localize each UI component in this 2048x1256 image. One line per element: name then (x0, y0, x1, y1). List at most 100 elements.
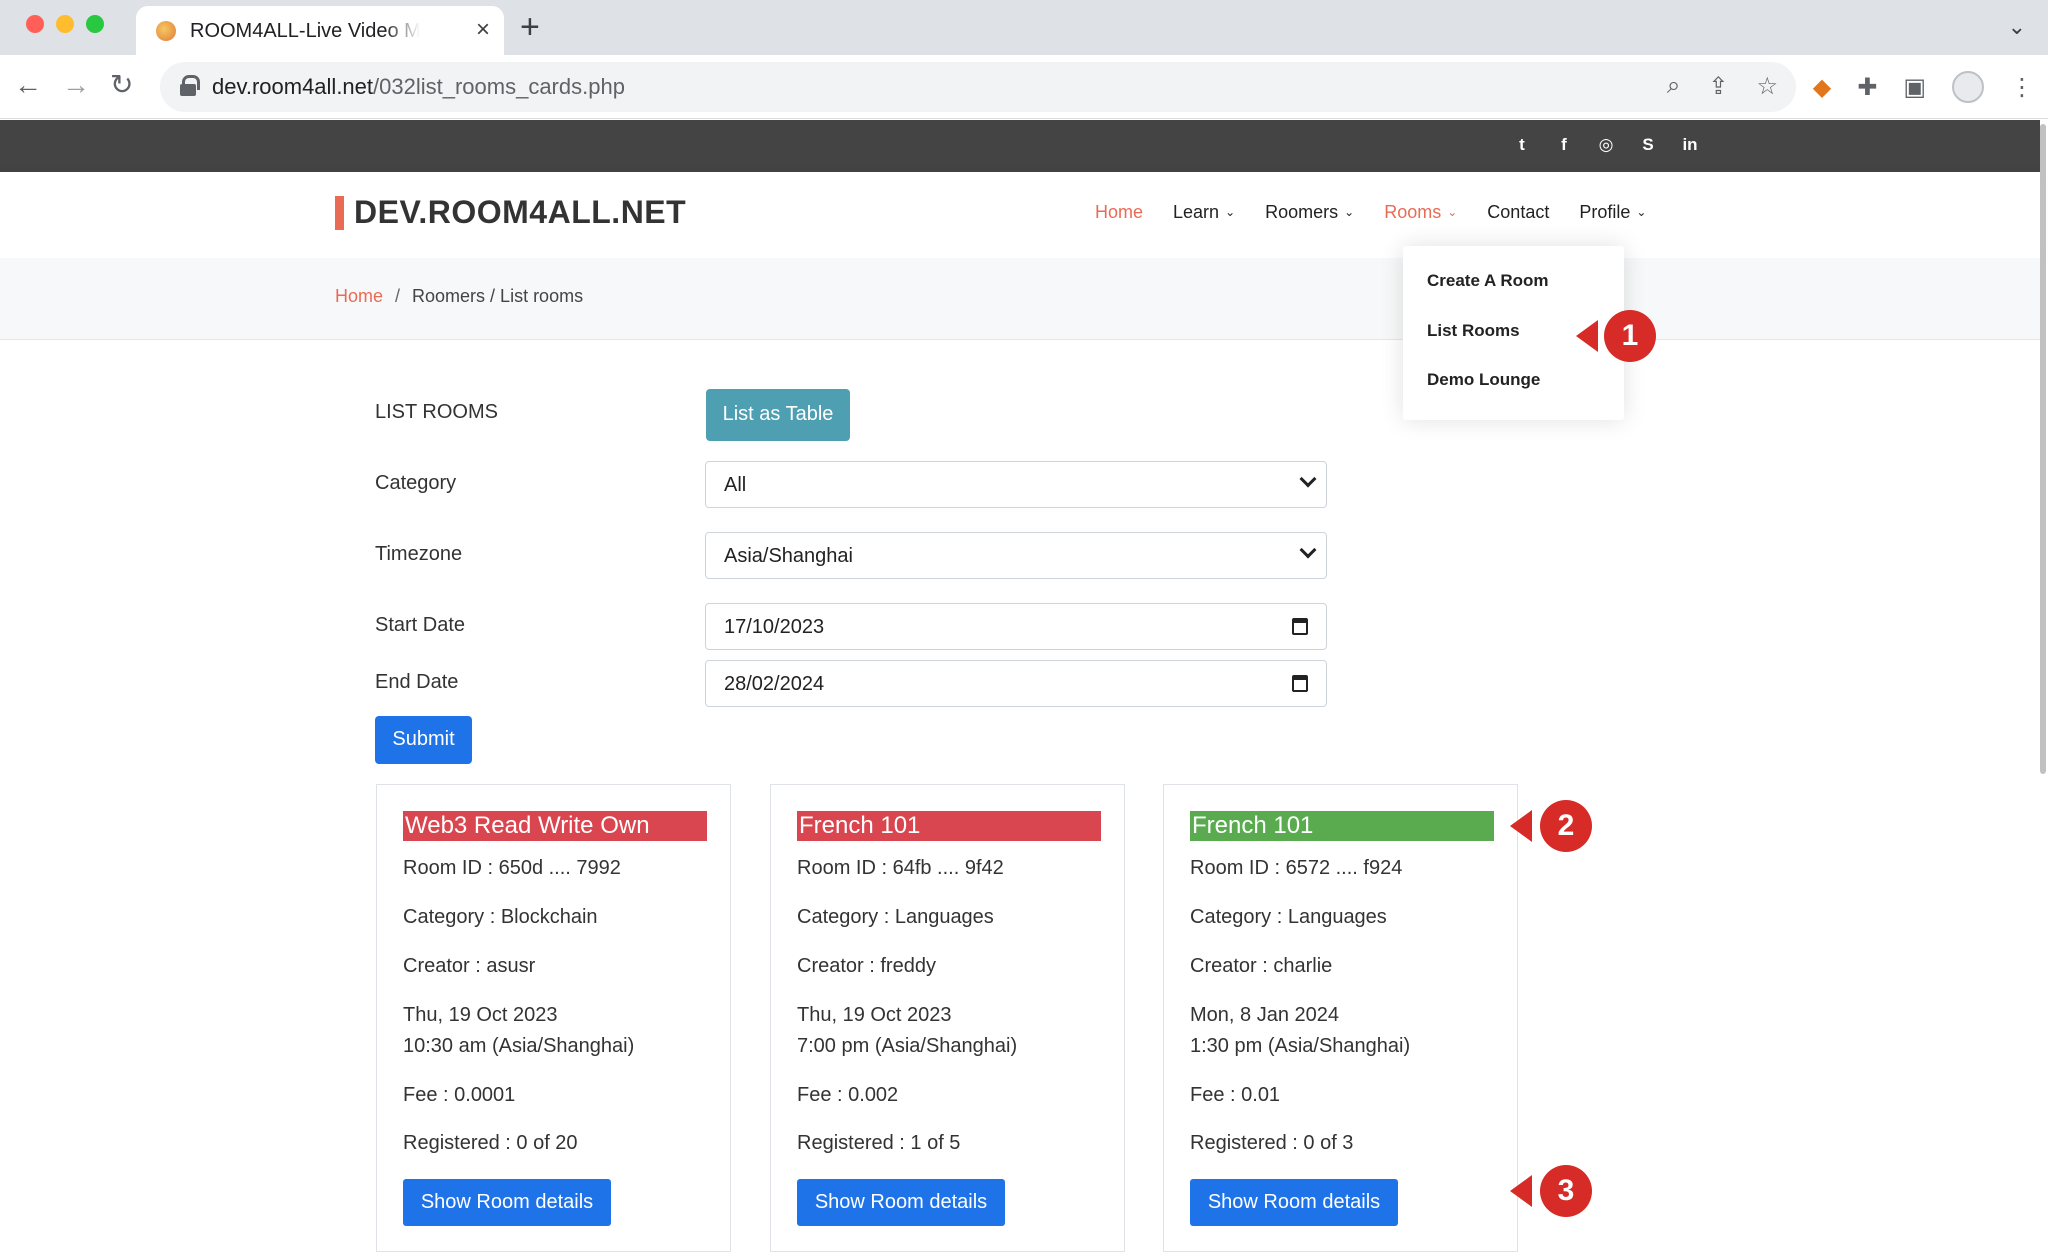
annotation-arrow-icon (1510, 810, 1532, 842)
show-room-details-button[interactable]: Show Room details (797, 1179, 1005, 1226)
facebook-icon[interactable]: f (1554, 134, 1574, 156)
room-title: Web3 Read Write Own (403, 811, 707, 841)
browser-tab-bar: ROOM4ALL-Live Video Meetings × + ⌄ (0, 0, 2048, 55)
room-date: Mon, 8 Jan 2024 (1190, 1004, 1339, 1026)
room-creator: Creator : freddy (797, 955, 936, 977)
reload-icon[interactable]: ↻ (110, 69, 133, 101)
social-top-bar: t f ◎ S in (0, 120, 2040, 172)
room-fee: Fee : 0.01 (1190, 1084, 1281, 1106)
room-creator: Creator : asusr (403, 955, 536, 977)
end-date-label: End Date (375, 671, 459, 693)
submit-button[interactable]: Submit (375, 716, 472, 764)
side-panel-icon[interactable]: ▣ (1903, 73, 1926, 102)
url-text[interactable]: dev.room4all.net/032list_rooms_cards.php (212, 74, 625, 100)
category-value: All (724, 474, 747, 496)
room-date: Thu, 19 Oct 2023 (797, 1004, 952, 1026)
nav-profile-label: Profile (1579, 202, 1631, 222)
list-as-table-button[interactable]: List as Table (706, 389, 850, 441)
room-id: Room ID : 6572 .... f924 (1190, 857, 1403, 879)
page-scrollbar[interactable] (2040, 124, 2046, 774)
breadcrumb-home[interactable]: Home (335, 286, 383, 306)
skype-icon[interactable]: S (1638, 134, 1658, 156)
metamask-fox-icon[interactable]: ◆ (1813, 73, 1831, 102)
forward-arrow-icon[interactable]: → (62, 69, 90, 101)
breadcrumb-separator: / (395, 286, 401, 306)
room-card: French 101 Room ID : 64fb .... 9f42 Cate… (770, 784, 1125, 1252)
instagram-icon[interactable]: ◎ (1596, 134, 1616, 156)
room-registered: Registered : 1 of 5 (797, 1132, 961, 1154)
back-arrow-icon[interactable]: ← (14, 69, 42, 101)
omnibox-icons: ⌕ ⇪ ☆ (1667, 72, 1778, 101)
room-date: Thu, 19 Oct 2023 (403, 1004, 558, 1026)
maximize-window-button[interactable] (86, 15, 104, 33)
main-nav: Home Learn ⌄ Roomers ⌄ Rooms ⌄ Contact Prof… (1095, 202, 1646, 223)
annotation-arrow-icon (1576, 320, 1598, 352)
show-room-details-button[interactable]: Show Room details (403, 1179, 611, 1226)
nav-rooms-label: Rooms (1384, 202, 1442, 222)
start-date-input[interactable]: 17/10/2023 (705, 603, 1327, 650)
new-tab-icon[interactable]: + (520, 8, 540, 47)
timezone-value: Asia/Shanghai (724, 545, 853, 567)
timezone-select[interactable]: Asia/Shanghai (705, 532, 1327, 579)
share-icon[interactable]: ⇪ (1708, 72, 1728, 101)
menu-item-demo-lounge[interactable]: Demo Lounge (1427, 370, 1540, 390)
nav-profile[interactable]: Profile ⌄ (1579, 202, 1646, 223)
menu-item-create-room[interactable]: Create A Room (1427, 271, 1549, 291)
nav-roomers[interactable]: Roomers ⌄ (1265, 202, 1354, 223)
chevron-down-icon: ⌄ (1225, 205, 1236, 219)
profile-avatar[interactable] (1952, 71, 1984, 103)
breadcrumb-section: Home / Roomers / List rooms (0, 258, 2040, 340)
tab-search-chevron-icon[interactable]: ⌄ (2008, 14, 2026, 40)
room-card: French 101 Room ID : 6572 .... f924 Cate… (1163, 784, 1518, 1252)
social-links: t f ◎ S in (1512, 134, 1700, 156)
site-header: DEV.ROOM4ALL.NET Home Learn ⌄ Roomers ⌄ Ro… (0, 172, 2040, 258)
annotation-arrow-icon (1510, 1175, 1532, 1207)
menu-item-list-rooms[interactable]: List Rooms (1427, 321, 1520, 341)
room-category: Category : Blockchain (403, 906, 598, 928)
bookmark-star-icon[interactable]: ☆ (1756, 72, 1778, 101)
minimize-window-button[interactable] (56, 15, 74, 33)
nav-learn[interactable]: Learn ⌄ (1173, 202, 1235, 223)
room-time: 1:30 pm (Asia/Shanghai) (1190, 1035, 1411, 1057)
room-id: Room ID : 650d .... 7992 (403, 857, 621, 879)
room-card: Web3 Read Write Own Room ID : 650d .... … (376, 784, 731, 1252)
list-rooms-heading: LIST ROOMS (375, 401, 498, 423)
extension-icons: ◆ ✚ ▣ ⋮ (1813, 71, 2034, 103)
extensions-puzzle-icon[interactable]: ✚ (1857, 73, 1877, 102)
nav-rooms[interactable]: Rooms ⌄ (1384, 202, 1457, 223)
show-room-details-button[interactable]: Show Room details (1190, 1179, 1398, 1226)
browser-menu-icon[interactable]: ⋮ (2010, 73, 2034, 102)
annotation-marker-3: 3 (1540, 1165, 1592, 1217)
room-category: Category : Languages (797, 906, 994, 928)
start-date-value: 17/10/2023 (724, 616, 825, 638)
browser-toolbar: ← → ↻ dev.room4all.net/032list_rooms_car… (0, 55, 2048, 119)
annotation-marker-2: 2 (1540, 800, 1592, 852)
timezone-label: Timezone (375, 543, 463, 565)
calendar-icon[interactable] (1292, 675, 1308, 692)
nav-home[interactable]: Home (1095, 202, 1143, 223)
site-logo[interactable]: DEV.ROOM4ALL.NET (354, 194, 686, 231)
site-favicon-icon (156, 21, 176, 41)
start-date-label: Start Date (375, 614, 466, 636)
linkedin-icon[interactable]: in (1680, 134, 1700, 156)
category-select[interactable]: All (705, 461, 1327, 508)
end-date-input[interactable]: 28/02/2024 (705, 660, 1327, 707)
room-fee: Fee : 0.002 (797, 1084, 899, 1106)
room-time: 7:00 pm (Asia/Shanghai) (797, 1035, 1018, 1057)
tab-title: ROOM4ALL-Live Video Meetings (190, 20, 420, 42)
room-fee: Fee : 0.0001 (403, 1084, 516, 1106)
calendar-icon[interactable] (1292, 618, 1308, 635)
zoom-icon[interactable]: ⌕ (1667, 72, 1680, 101)
chevron-down-icon (1299, 541, 1317, 559)
address-bar[interactable]: dev.room4all.net/032list_rooms_cards.php… (160, 62, 1796, 112)
nav-contact[interactable]: Contact (1487, 202, 1549, 223)
room-creator: Creator : charlie (1190, 955, 1333, 977)
close-tab-icon[interactable]: × (476, 16, 490, 44)
browser-tab[interactable]: ROOM4ALL-Live Video Meetings × (136, 6, 504, 55)
nav-learn-label: Learn (1173, 202, 1220, 222)
chevron-down-icon: ⌄ (1636, 205, 1647, 219)
twitter-icon[interactable]: t (1512, 134, 1532, 156)
room-title: French 101 (797, 811, 1101, 841)
annotation-marker-1: 1 (1604, 310, 1656, 362)
close-window-button[interactable] (26, 15, 44, 33)
